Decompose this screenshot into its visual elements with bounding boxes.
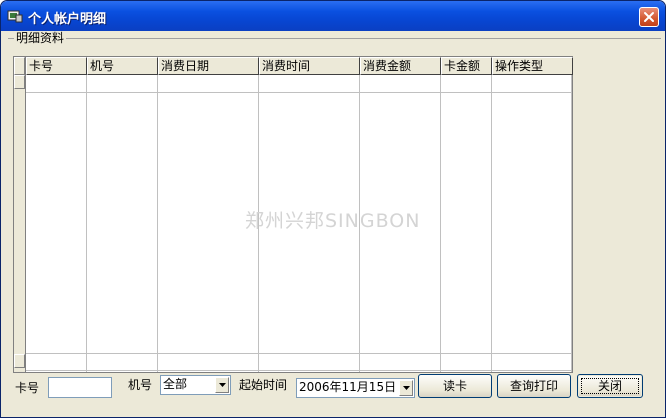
column-header-operation-type[interactable]: 操作类型 [492,57,573,75]
column-header-card-no[interactable]: 卡号 [26,57,87,75]
machine-no-label: 机号 [128,378,153,392]
grid-row-line [26,92,572,93]
chevron-down-icon[interactable] [215,377,229,393]
start-time-label: 起始时间 [239,378,288,392]
card-no-label: 卡号 [15,381,40,395]
card-no-input[interactable] [48,377,112,398]
start-date-picker[interactable]: 2006年11月15日 [296,378,415,398]
grid-column-line [86,75,87,372]
machine-no-selected: 全部 [163,377,188,391]
window-client-area: 明细资料 卡号 机号 消费日期 消费时间 消费金额 卡金额 操作类型 郑州兴邦S… [4,31,662,413]
query-print-button[interactable]: 查询打印 [497,374,571,398]
close-icon [644,12,654,22]
start-date-selected: 2006年11月15日 [299,380,397,394]
window-title: 个人帐户明细 [28,12,107,27]
grid-column-line [571,75,572,372]
column-header-consume-time[interactable]: 消费时间 [259,57,360,75]
app-icon [7,10,23,23]
column-header-card-balance[interactable]: 卡金额 [441,57,492,75]
grid-row-line [26,353,572,354]
watermark-text: 郑州兴邦SINGBON [245,210,421,232]
column-header-consume-date[interactable]: 消费日期 [158,57,259,75]
grid-column-line [157,75,158,372]
title-bar[interactable]: 个人帐户明细 [1,1,665,31]
filter-bar: 卡号 机号 全部 起始时间 2006年11月15日 读卡 查询打印 关闭 [8,368,658,408]
grid-column-line [440,75,441,372]
corner-cell [14,57,25,75]
close-button[interactable]: 关闭 [577,374,643,398]
chevron-down-icon[interactable] [399,380,413,396]
row-indicator[interactable] [14,75,25,89]
machine-no-select[interactable]: 全部 [160,375,231,395]
row-indicator[interactable] [14,354,25,368]
account-detail-window: 个人帐户明细 明细资料 卡号 机号 消费日期 消费时间 消费金额 卡金额 操作类… [0,0,666,418]
row-indicator-column [14,57,26,372]
column-header-machine-no[interactable]: 机号 [87,57,158,75]
window-close-button[interactable] [639,7,659,27]
detail-group-box: 明细资料 卡号 机号 消费日期 消费时间 消费金额 卡金额 操作类型 郑州兴邦S… [8,32,661,392]
group-label: 明细资料 [14,31,67,45]
grid-column-line [491,75,492,372]
read-card-button[interactable]: 读卡 [418,374,492,398]
column-header-consume-amount[interactable]: 消费金额 [360,57,441,75]
